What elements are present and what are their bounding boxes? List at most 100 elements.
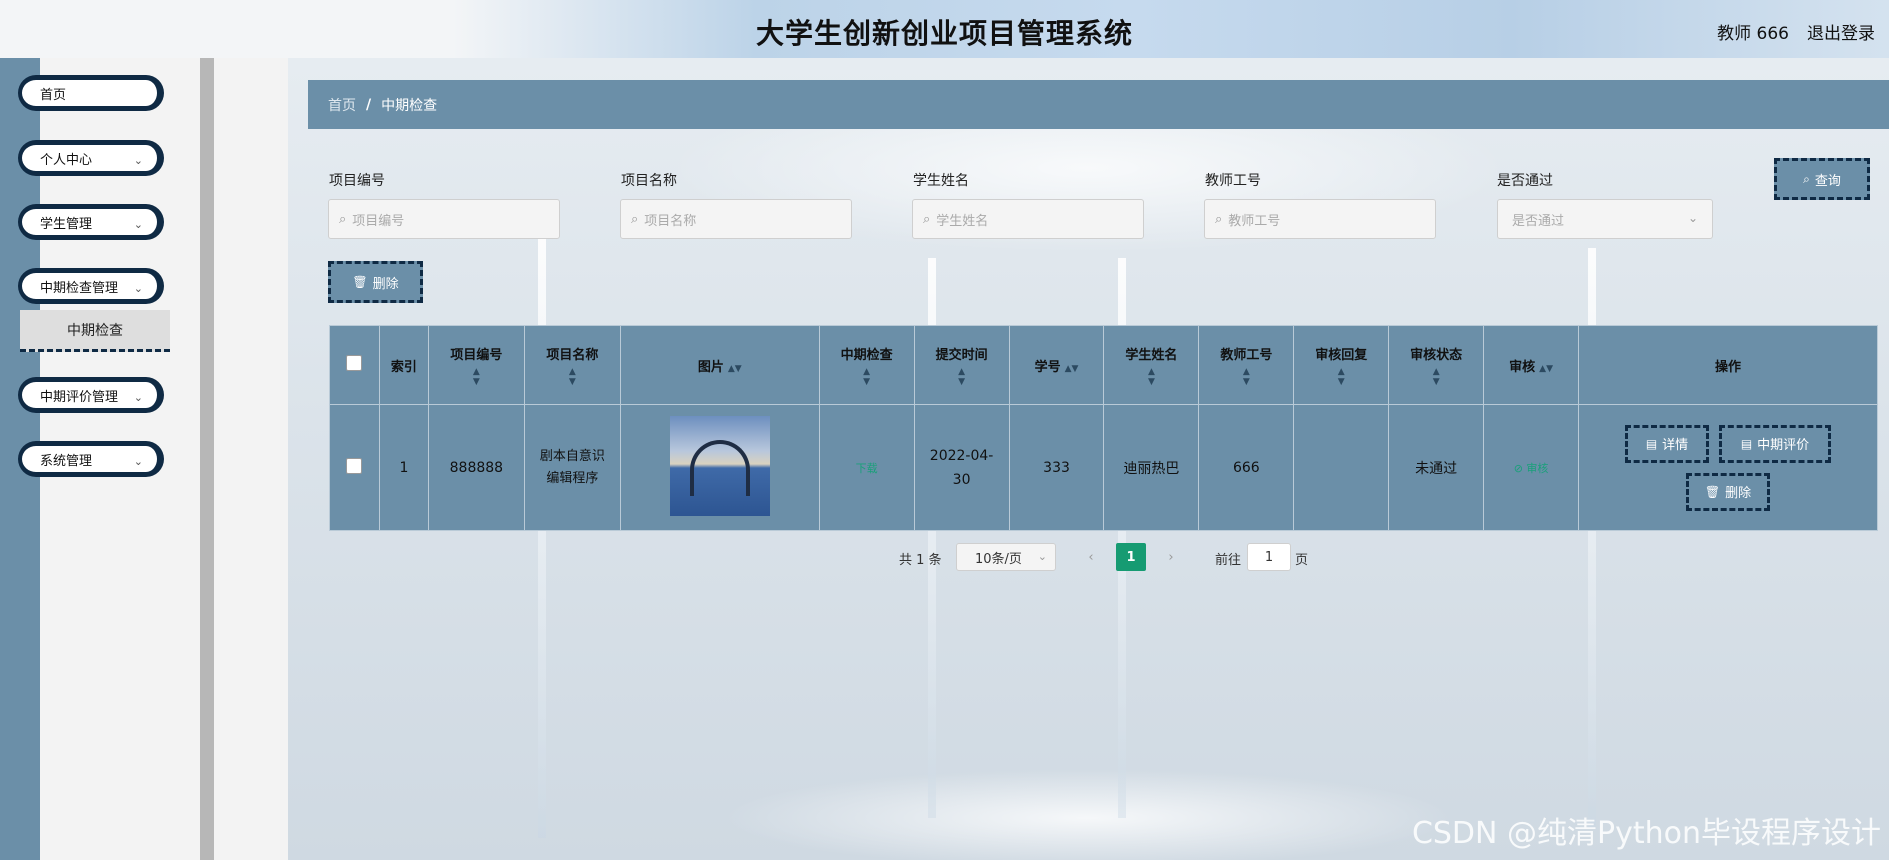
header-midterm[interactable]: 中期检查 ▲ ▼ [818, 325, 915, 405]
table-header-row: 索引 项目编号 ▲ ▼ 项目名称 ▲ ▼ 图片 ▲▼ 中期检查 ▲ ▼ 提交时间 ▲ ▼ 学号 ▲▼… [329, 325, 1878, 405]
sort-icon[interactable]: ▲▼ [1199, 367, 1293, 387]
sidebar-item-profile[interactable]: 个人中心 ⌄ [18, 140, 164, 176]
sidebar-scrollbar[interactable] [200, 58, 214, 860]
audit-link[interactable]: ⊘ 审核 [1514, 462, 1549, 475]
header-submit-time-label: 提交时间 [935, 347, 988, 363]
search-button[interactable]: ⌕ 查询 [1774, 158, 1870, 200]
document-icon: ▤ [1645, 436, 1658, 451]
select-all-checkbox[interactable] [346, 355, 363, 371]
header-teacher-no-label: 教师工号 [1220, 347, 1273, 363]
header-student-name[interactable]: 学生姓名 ▲ ▼ [1103, 325, 1200, 405]
sort-icon[interactable]: ▲▼ [1539, 364, 1553, 374]
header-image[interactable]: 图片 ▲▼ [619, 325, 820, 405]
header-review-status[interactable]: 审核状态 ▲ ▼ [1388, 325, 1485, 405]
trash-icon: 🗑 [1704, 484, 1721, 499]
cell-teacher-no: 666 [1198, 404, 1295, 531]
sort-icon[interactable]: ▲▼ [1104, 367, 1198, 387]
detail-button[interactable]: ▤ 详情 [1625, 424, 1710, 463]
cell-review-status: 未通过 [1388, 404, 1485, 531]
sort-icon[interactable]: ▲▼ [1294, 367, 1388, 387]
header-index-label: 索引 [390, 359, 417, 375]
goto-page-input[interactable]: 1 [1247, 543, 1291, 571]
sort-icon[interactable]: ▲▼ [915, 367, 1009, 387]
midterm-check-table: 索引 项目编号 ▲ ▼ 项目名称 ▲ ▼ 图片 ▲▼ 中期检查 ▲ ▼ 提交时间 ▲ ▼ 学号 ▲▼… [329, 325, 1878, 531]
header-actions: 操作 [1578, 325, 1878, 405]
bulk-delete-label: 删除 [372, 276, 399, 292]
sidebar-item-system[interactable]: 系统管理 ⌄ [18, 441, 164, 477]
prev-page-icon[interactable]: ‹ [1076, 543, 1106, 571]
cell-audit: ⊘ 审核 [1483, 404, 1580, 531]
sidebar-item-home[interactable]: 首页 [18, 75, 164, 111]
header-actions-label: 操作 [1715, 359, 1742, 375]
student-name-placeholder: 学生姓名 [936, 213, 989, 229]
header-review-status-label: 审核状态 [1410, 347, 1463, 363]
breadcrumb-separator: / [366, 96, 372, 113]
teacher-no-label: 教师工号 [1205, 173, 1261, 189]
evaluate-button[interactable]: ▤ 中期评价 [1719, 424, 1832, 463]
project-no-input[interactable]: ⌕ 项目编号 [328, 199, 560, 239]
next-page-icon[interactable]: › [1156, 543, 1186, 571]
sort-icon[interactable]: ▲▼ [429, 367, 524, 387]
chevron-down-icon: ⌄ [133, 154, 143, 167]
header-student-no[interactable]: 学号 ▲▼ [1008, 325, 1105, 405]
page-size-select[interactable]: 10条/页 ⌄ [956, 543, 1056, 571]
current-user: 教师 666 [1717, 24, 1789, 44]
header-audit[interactable]: 审核 ▲▼ [1483, 325, 1580, 405]
header-review-reply[interactable]: 审核回复 ▲ ▼ [1293, 325, 1390, 405]
breadcrumb-home[interactable]: 首页 [328, 95, 356, 115]
logout-link[interactable]: 退出登录 [1807, 19, 1875, 44]
page-unit-label: 页 [1295, 553, 1309, 568]
current-page-button[interactable]: 1 [1116, 543, 1146, 571]
sidebar-subitem-midterm-check[interactable]: 中期检查 [20, 310, 170, 352]
project-no-label: 项目编号 [329, 173, 385, 189]
project-name-text: 剧本自意识编辑程序 [539, 448, 605, 486]
passed-label: 是否通过 [1497, 173, 1553, 189]
header-submit-time[interactable]: 提交时间 ▲ ▼ [913, 325, 1010, 405]
header-project-no[interactable]: 项目编号 ▲ ▼ [427, 325, 525, 405]
header-project-name-label: 项目名称 [546, 347, 599, 363]
select-all-cell [329, 325, 380, 405]
passed-select[interactable]: 是否通过 ⌄ [1497, 199, 1713, 239]
row-delete-button[interactable]: 🗑 删除 [1686, 472, 1771, 511]
search-icon: ⌕ [1215, 211, 1223, 227]
cell-project-name: 剧本自意识编辑程序 [523, 404, 621, 531]
sort-icon[interactable]: ▲▼ [1389, 367, 1483, 387]
bridge-arch [689, 439, 750, 496]
sidebar-item-label: 首页 [40, 87, 67, 103]
sort-icon[interactable]: ▲▼ [1065, 364, 1079, 374]
project-name-input[interactable]: ⌕ 项目名称 [620, 199, 852, 239]
chevron-down-icon: ⌄ [1687, 211, 1698, 225]
cell-image [619, 404, 820, 531]
teacher-no-input[interactable]: ⌕ 教师工号 [1204, 199, 1436, 239]
teacher-no-placeholder: 教师工号 [1228, 213, 1281, 229]
table-row: 1 888888 剧本自意识编辑程序 下载 2022-04-30 333 迪丽热… [329, 404, 1878, 531]
sort-icon[interactable]: ▲▼ [820, 367, 914, 387]
row-checkbox[interactable] [346, 457, 363, 474]
sort-icon[interactable]: ▲▼ [525, 367, 620, 387]
chevron-down-icon: ⌄ [1037, 550, 1047, 563]
project-image[interactable] [669, 415, 770, 516]
bulk-delete-button[interactable]: 🗑 删除 [328, 261, 423, 303]
watermark: CSDN @纯清Python毕设程序设计 [1411, 816, 1881, 851]
project-no-placeholder: 项目编号 [352, 213, 405, 229]
student-name-label: 学生姓名 [913, 173, 969, 189]
header-review-reply-label: 审核回复 [1315, 347, 1368, 363]
sidebar-item-midterm-check[interactable]: 中期检查管理 ⌄ [18, 268, 164, 304]
student-name-input[interactable]: ⌕ 学生姓名 [912, 199, 1144, 239]
cell-index: 1 [378, 404, 429, 531]
sidebar-item-label: 系统管理 [40, 453, 93, 469]
row-delete-label: 删除 [1725, 486, 1752, 501]
cell-project-no: 888888 [427, 404, 525, 531]
sidebar-item-students[interactable]: 学生管理 ⌄ [18, 204, 164, 240]
search-icon: ⌕ [1803, 171, 1810, 186]
header-teacher-no[interactable]: 教师工号 ▲ ▼ [1198, 325, 1295, 405]
app-title: 大学生创新创业项目管理系统 [755, 17, 1133, 50]
header-index: 索引 [378, 325, 429, 405]
cell-student-name: 迪丽热巴 [1103, 404, 1200, 531]
sidebar-item-midterm-evaluation[interactable]: 中期评价管理 ⌄ [18, 377, 164, 413]
sidebar-item-label: 中期评价管理 [40, 389, 119, 405]
sort-icon[interactable]: ▲▼ [728, 364, 742, 374]
cell-actions: ▤ 详情 ▤ 中期评价 🗑 删除 [1578, 404, 1878, 531]
download-link[interactable]: 下载 [856, 462, 878, 475]
header-project-name[interactable]: 项目名称 ▲ ▼ [523, 325, 621, 405]
